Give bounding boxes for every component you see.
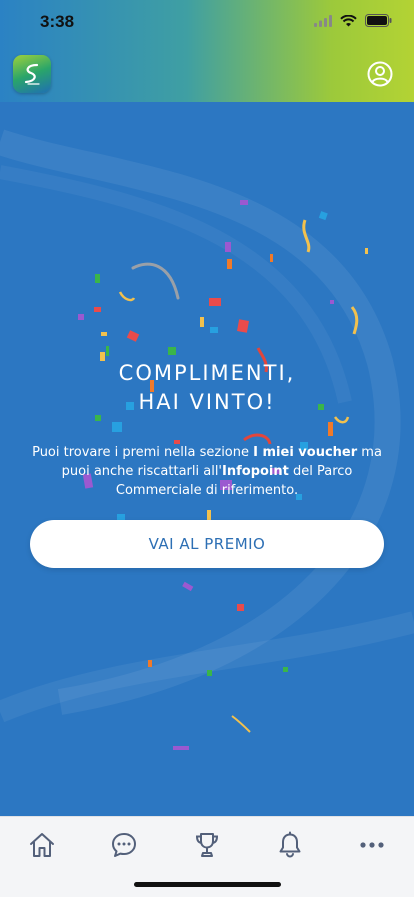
congratulations-title: COMPLIMENTI, HAI VINTO!: [0, 359, 414, 417]
status-time: 3:38: [40, 12, 75, 31]
trophy-icon: [195, 833, 219, 857]
wifi-icon: [340, 14, 357, 26]
bell-icon: [279, 831, 301, 858]
tab-notifications[interactable]: [268, 825, 312, 865]
my-vouchers-section-name: I miei voucher: [253, 445, 358, 460]
title-line-1: COMPLIMENTI,: [118, 361, 296, 385]
app-logo-icon: [13, 55, 51, 93]
user-circle-icon[interactable]: [367, 61, 393, 87]
congratulations-panel: COMPLIMENTI, HAI VINTO! Puoi trovare i p…: [0, 102, 414, 816]
title-line-2: HAI VINTO!: [138, 390, 276, 414]
tab-home[interactable]: [20, 825, 64, 865]
tab-chat[interactable]: [102, 825, 146, 865]
signal-icon: [314, 14, 332, 27]
message-text-1: Puoi trovare i premi nella sezione: [32, 445, 254, 460]
tab-prizes[interactable]: [185, 825, 229, 865]
chat-icon: [112, 833, 136, 857]
congratulations-message: Puoi trovare i premi nella sezione I mie…: [24, 443, 390, 500]
more-icon: [360, 842, 384, 848]
status-bar: 3:38: [0, 0, 414, 44]
home-indicator: [134, 882, 281, 887]
status-icons: [314, 14, 392, 27]
home-icon: [30, 833, 54, 857]
infopoint-name: Infopoint: [222, 464, 289, 479]
tab-more[interactable]: [350, 825, 394, 865]
battery-icon: [365, 14, 392, 27]
app-header: [0, 44, 414, 102]
go-to-prize-button[interactable]: VAI AL PREMIO: [30, 520, 384, 568]
